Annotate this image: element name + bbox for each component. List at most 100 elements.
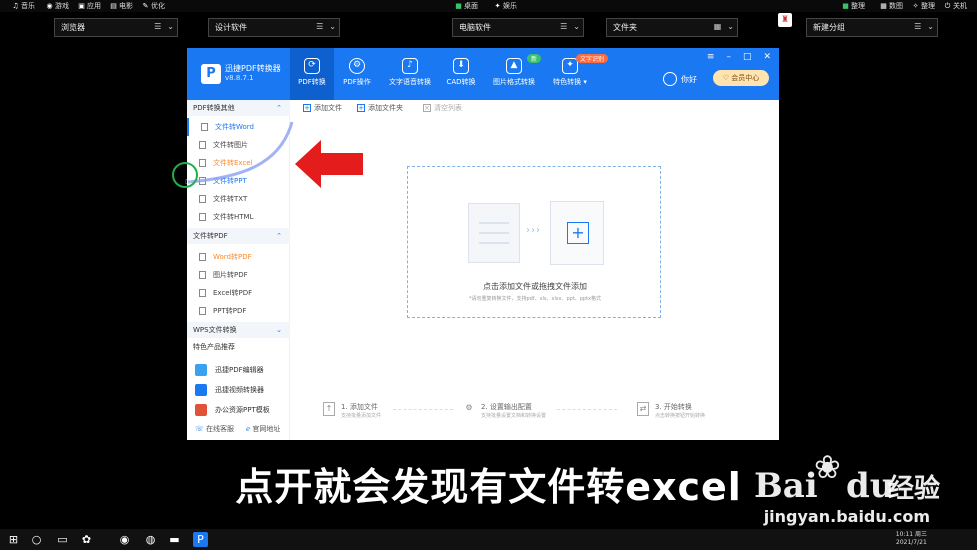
section-file-to-pdf[interactable]: 文件转PDF ⌃: [187, 228, 290, 244]
hand-cursor-icon: ☝: [185, 174, 192, 187]
tab-cad-convert[interactable]: ⬇ CAD转换: [441, 48, 481, 100]
chevron-down-icon[interactable]: ⌄: [167, 22, 174, 31]
sidebar-item-file-to-txt[interactable]: 文件转TXT: [187, 190, 290, 208]
topbar-shutdown[interactable]: ⏻ 关机: [944, 1, 967, 11]
topbar-games[interactable]: ◉ 游戏: [46, 1, 69, 11]
tab-pdf-convert[interactable]: ⟳ PDF转换: [290, 48, 334, 100]
pdf-converter-taskbar-icon[interactable]: P: [193, 532, 208, 547]
app-name: 迅捷PDF转换器: [225, 64, 281, 73]
file-drop-zone[interactable]: ››› + 点击添加文件或拖拽文件添加 *请勿重复转换文件，支持pdf、xls、…: [407, 166, 661, 318]
avatar: [663, 72, 677, 86]
topbar-entertainment[interactable]: ✦ 娱乐: [494, 1, 517, 11]
file-icon: [199, 253, 206, 261]
official-site-link[interactable]: ℯ 官网地址: [246, 424, 280, 434]
vip-center-button[interactable]: ♡ 会员中心: [713, 70, 769, 86]
dropzone-title: 点击添加文件或拖拽文件添加: [483, 282, 587, 291]
product-pdf-editor[interactable]: 迅捷PDF编辑器: [195, 362, 290, 378]
topbar-music[interactable]: ♫ 音乐: [12, 1, 35, 11]
task-view-icon[interactable]: ▭: [55, 532, 70, 547]
chevron-down-icon[interactable]: ⌄: [573, 22, 580, 31]
film-icon: ▤: [110, 1, 117, 10]
list-icon[interactable]: ☰: [316, 22, 323, 31]
chrome-icon[interactable]: ◉: [117, 532, 132, 547]
tab-pdf-operation[interactable]: ⚙ PDF操作: [335, 48, 379, 100]
sidebar-item-word-to-pdf[interactable]: Word转PDF: [187, 248, 290, 266]
clock[interactable]: 10:11 周三 2021/7/21: [896, 531, 927, 547]
sidebar-item-ppt-to-pdf[interactable]: PPT转PDF: [187, 302, 290, 320]
topbar-apps[interactable]: ▣ 应用: [78, 1, 101, 11]
file-icon: [199, 271, 206, 279]
section-pdf-to-other[interactable]: PDF转换其他 ⌃: [187, 100, 290, 116]
topbar-data[interactable]: ▦ 数图: [880, 1, 903, 11]
list-icon[interactable]: ☰: [560, 22, 567, 31]
ppt-icon: [195, 404, 207, 416]
apps-icon: ▣: [78, 1, 85, 10]
sidebar-item-excel-to-pdf[interactable]: Excel转PDF: [187, 284, 290, 302]
folder-icon[interactable]: ▬: [167, 532, 182, 547]
chevron-up-icon: ⌃: [276, 232, 282, 240]
app-launcher-icon[interactable]: ✿: [79, 532, 94, 547]
paw-icon: ❀: [814, 448, 841, 486]
diamond-icon: ♡: [722, 74, 732, 82]
topbar-organize[interactable]: ■ 整理: [842, 1, 865, 11]
chevron-down-icon[interactable]: ⌄: [329, 22, 336, 31]
tshirt-icon[interactable]: ♜: [778, 13, 792, 27]
windows-taskbar: ⊞ ○ ▭ ✿ ◉ ◍ ▬ P 10:11 周三 2021/7/21: [0, 529, 977, 550]
fence-new-group[interactable]: 新建分组 ☰ ⌄: [806, 18, 938, 37]
add-file-button[interactable]: + 添加文件: [303, 103, 342, 113]
step-separator: [557, 409, 617, 410]
dropzone-subtitle: *请勿重复转换文件，支持pdf、xls、xlsx、ppt、pptx格式: [468, 296, 602, 302]
organize-icon: ■: [842, 1, 849, 10]
menu-icon[interactable]: ≡: [707, 52, 715, 62]
add-folder-button[interactable]: + 添加文件夹: [357, 103, 403, 113]
fence-browser[interactable]: 浏览器 ☰ ⌄: [54, 18, 178, 37]
sidebar-item-image-to-pdf[interactable]: 图片转PDF: [187, 266, 290, 284]
minimize-icon[interactable]: –: [726, 52, 731, 62]
windows-icon: ■: [455, 1, 462, 10]
section-wps-convert[interactable]: WPS文件转换 ⌄: [187, 322, 290, 338]
file-icon: [199, 213, 206, 221]
tab-text-speech[interactable]: ♪ 文字语音转换: [383, 48, 437, 100]
file-icon: [199, 195, 206, 203]
topbar-desktop[interactable]: ■ 桌面: [455, 1, 478, 11]
chevron-down-icon[interactable]: ⌄: [727, 22, 734, 31]
fence-design-software[interactable]: 设计软件 ☰ ⌄: [208, 18, 340, 37]
close-icon[interactable]: ✕: [763, 52, 771, 62]
browser-icon[interactable]: ◍: [143, 532, 158, 547]
swoosh-highlight: [188, 121, 294, 184]
image-icon: ▲: [506, 58, 522, 74]
new-badge: 新: [527, 54, 542, 63]
topbar-optimize[interactable]: ✎ 优化: [142, 1, 165, 11]
user-account[interactable]: 你好: [663, 72, 697, 86]
grid-icon[interactable]: ▦: [714, 22, 722, 31]
maximize-icon[interactable]: □: [743, 52, 752, 62]
red-arrow-annotation: [295, 140, 363, 188]
product-video-converter[interactable]: 迅捷视频转换器: [195, 382, 290, 398]
pdf-converter-window: P 迅捷PDF转换器 v8.8.7.1 ⟳ PDF转换 ⚙ PDF操作 ♪ 文字语音转…: [187, 48, 779, 440]
pdf-editor-icon: [195, 364, 207, 376]
gear-icon: ⚙: [465, 403, 473, 412]
gear-icon: ⚙: [349, 58, 365, 74]
sidebar-item-file-to-html[interactable]: 文件转HTML: [187, 208, 290, 226]
file-upload-icon: ↑: [323, 402, 335, 416]
add-file-icon: +: [303, 104, 311, 112]
list-icon[interactable]: ☰: [154, 22, 161, 31]
file-icon: [199, 289, 206, 297]
list-icon[interactable]: ☰: [914, 22, 921, 31]
search-icon[interactable]: ○: [29, 532, 44, 547]
cad-icon: ⬇: [453, 58, 469, 74]
step-separator: [393, 409, 453, 410]
chevron-up-icon: ⌃: [276, 104, 282, 112]
chevron-down-icon[interactable]: ⌄: [927, 22, 934, 31]
clear-list-button[interactable]: × 清空列表: [423, 103, 462, 113]
topbar-tidy[interactable]: ✧ 整理: [912, 1, 935, 11]
online-service-link[interactable]: ☏ 在线客服: [195, 424, 234, 434]
product-ppt-templates[interactable]: 办公资源PPT模板: [195, 402, 290, 418]
add-folder-icon: +: [357, 104, 365, 112]
window-controls: ≡ – □ ✕: [707, 52, 771, 62]
start-icon[interactable]: ⊞: [6, 532, 21, 547]
chevron-down-icon: ▾: [581, 78, 587, 86]
fence-folders[interactable]: 文件夹 ▦ ⌄: [606, 18, 738, 37]
topbar-movies[interactable]: ▤ 电影: [110, 1, 133, 11]
fence-pc-software[interactable]: 电脑软件 ☰ ⌄: [452, 18, 584, 37]
